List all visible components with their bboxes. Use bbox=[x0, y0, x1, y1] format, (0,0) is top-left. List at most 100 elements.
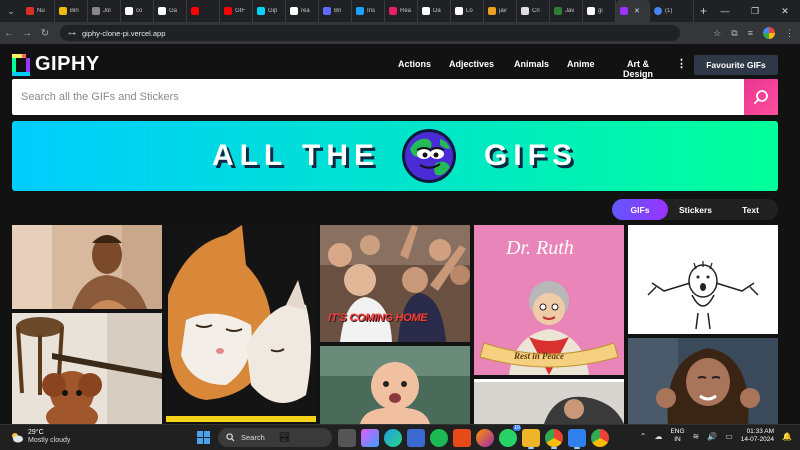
weather-widget[interactable]: 29°C Mostly cloudy bbox=[10, 429, 70, 445]
url-field[interactable]: ⊶ giphy-clone-pi.vercel.app bbox=[60, 25, 680, 41]
forward-icon[interactable]: → bbox=[18, 28, 36, 39]
task-view-icon[interactable] bbox=[338, 429, 356, 447]
url-text: giphy-clone-pi.vercel.app bbox=[82, 28, 166, 38]
search-icon bbox=[226, 433, 235, 442]
gif-tile-cartoon-cheer[interactable] bbox=[628, 225, 778, 334]
profile-avatar[interactable] bbox=[763, 27, 775, 39]
tab-title: Nu bbox=[37, 8, 45, 14]
vscode-icon[interactable] bbox=[568, 429, 586, 449]
favourite-gifs-button[interactable]: Favourite GIFs bbox=[694, 55, 778, 75]
edge-icon[interactable] bbox=[384, 429, 402, 447]
gif-tile-poodle[interactable] bbox=[12, 313, 162, 424]
reload-icon[interactable]: ↻ bbox=[36, 28, 54, 39]
gif-tile-baby[interactable] bbox=[320, 346, 470, 424]
spotify-icon[interactable] bbox=[430, 429, 448, 447]
volume-icon[interactable]: 🔊 bbox=[707, 432, 717, 441]
tab-title: Ins bbox=[367, 8, 376, 14]
tab-title: Bin bbox=[70, 8, 79, 14]
browser-tab[interactable]: Rea bbox=[385, 0, 418, 22]
onedrive-icon[interactable]: ☁ bbox=[654, 432, 662, 441]
browser-tab[interactable]: Ins bbox=[352, 0, 385, 22]
site-info-icon[interactable]: ⊶ bbox=[68, 29, 76, 38]
browser-tab[interactable]: rea bbox=[286, 0, 319, 22]
chrome-profile-icon[interactable] bbox=[591, 429, 609, 447]
tab-title: Cri bbox=[532, 8, 540, 14]
browser-tab[interactable]: Jol bbox=[88, 0, 121, 22]
tab-search-dropdown[interactable]: ⌄ bbox=[0, 0, 22, 22]
browser-tab[interactable]: Bri bbox=[319, 0, 352, 22]
browser-tab[interactable]: Jav bbox=[550, 0, 583, 22]
taskbar-search[interactable]: Search 🏞 bbox=[218, 428, 332, 447]
tab-favicon-icon bbox=[389, 7, 397, 15]
wifi-icon[interactable]: ≋ bbox=[693, 432, 700, 441]
tab-favicon-icon bbox=[224, 7, 232, 15]
battery-icon[interactable]: ▭ bbox=[725, 432, 733, 441]
back-icon[interactable]: ← bbox=[0, 28, 18, 39]
browser-tab[interactable]: Nu bbox=[22, 0, 55, 22]
tab-favicon-icon bbox=[26, 7, 34, 15]
dr-ruth-title: Dr. Ruth bbox=[506, 237, 574, 259]
office-icon[interactable] bbox=[453, 429, 471, 447]
browser-tab[interactable]: co bbox=[121, 0, 154, 22]
browser-tab[interactable]: GIF bbox=[220, 0, 253, 22]
browser-tab[interactable]: Ga bbox=[154, 0, 187, 22]
gif-tile-woman-dancing[interactable] bbox=[12, 225, 162, 309]
browser-tab[interactable]: Da bbox=[418, 0, 451, 22]
tray-overflow-icon[interactable]: ⌃ bbox=[640, 432, 647, 441]
maximize-button[interactable]: ❐ bbox=[740, 0, 770, 22]
ms-store-icon[interactable] bbox=[407, 429, 425, 447]
windows-taskbar: 29°C Mostly cloudy Search 🏞 10 ⌃ ☁ ENG I… bbox=[0, 424, 800, 450]
browser-tab[interactable] bbox=[187, 0, 220, 22]
close-window-button[interactable]: ✕ bbox=[770, 0, 800, 22]
copilot-icon[interactable] bbox=[361, 429, 379, 447]
clock[interactable]: 01:33 AM 14-07-2024 bbox=[741, 428, 774, 444]
toolbar-right: ☆ ⧉ ≡ ⋮ bbox=[713, 22, 794, 44]
browser-tab[interactable]: Lo bbox=[451, 0, 484, 22]
browser-tab[interactable]: Bin bbox=[55, 0, 88, 22]
filter-text[interactable]: Text bbox=[723, 199, 778, 220]
browser-tab[interactable]: Cri bbox=[517, 0, 550, 22]
weather-condition: Mostly cloudy bbox=[28, 437, 71, 444]
tab-strip: Nu Bin Jol co Ga GIF Gip rea Bri Ins Rea Da Lo jav Cri… bbox=[22, 0, 694, 22]
language-indicator[interactable]: ENG IN bbox=[670, 428, 684, 444]
browser-tab[interactable]: gi bbox=[583, 0, 616, 22]
tab-favicon-icon bbox=[654, 7, 662, 15]
search-highlight-icon: 🏞 bbox=[278, 432, 291, 442]
gif-tile-cats-nuzzling[interactable] bbox=[166, 225, 316, 424]
filter-gifs[interactable]: GIFs bbox=[612, 199, 668, 220]
tab-favicon-icon bbox=[521, 7, 529, 15]
chrome-icon[interactable] bbox=[545, 429, 563, 449]
firefox-icon[interactable] bbox=[476, 429, 494, 447]
gif-tile-its-coming-home[interactable]: IT'S COMING HOME bbox=[320, 225, 470, 342]
close-tab-icon[interactable]: ✕ bbox=[634, 7, 640, 15]
giphy-logo[interactable]: GIPHY bbox=[12, 53, 100, 76]
browser-tab-active[interactable]: ✕ bbox=[616, 0, 650, 22]
all-the-gifs-banner[interactable]: ALL THE GIFS bbox=[12, 121, 778, 191]
tab-title: Jav bbox=[565, 8, 575, 14]
minimize-button[interactable]: — bbox=[710, 0, 740, 22]
notifications-icon[interactable]: 🔔 bbox=[782, 432, 792, 441]
whatsapp-badge: 10 bbox=[512, 425, 521, 431]
search-input[interactable] bbox=[12, 79, 744, 115]
whatsapp-icon[interactable]: 10 bbox=[499, 425, 521, 447]
bookmark-star-icon[interactable]: ☆ bbox=[713, 28, 721, 39]
filter-stickers[interactable]: Stickers bbox=[668, 199, 723, 220]
gif-tile-man-partial[interactable] bbox=[474, 379, 624, 424]
gif-tile-aquaman-laugh[interactable] bbox=[628, 338, 778, 424]
browser-tab[interactable]: jav bbox=[484, 0, 517, 22]
media-controls-icon[interactable]: ≡ bbox=[748, 28, 753, 38]
browser-tab[interactable]: (1) bbox=[650, 0, 694, 22]
file-explorer-icon[interactable] bbox=[522, 429, 540, 449]
search-icon bbox=[754, 90, 768, 104]
browser-menu-icon[interactable]: ⋮ bbox=[785, 28, 794, 39]
windows-start-icon[interactable] bbox=[197, 431, 210, 444]
extensions-icon[interactable]: ⧉ bbox=[731, 28, 737, 39]
tab-title: Rea bbox=[400, 8, 412, 14]
more-menu-icon[interactable]: ⋮ bbox=[676, 57, 687, 70]
tab-title: co bbox=[136, 8, 143, 14]
search-button[interactable] bbox=[744, 79, 778, 115]
gif-tile-dr-ruth[interactable]: Dr. Ruth Rest in Peace bbox=[474, 225, 624, 375]
browser-tab[interactable]: Gip bbox=[253, 0, 286, 22]
clock-date: 14-07-2024 bbox=[740, 436, 775, 443]
tab-title: Da bbox=[433, 8, 441, 14]
